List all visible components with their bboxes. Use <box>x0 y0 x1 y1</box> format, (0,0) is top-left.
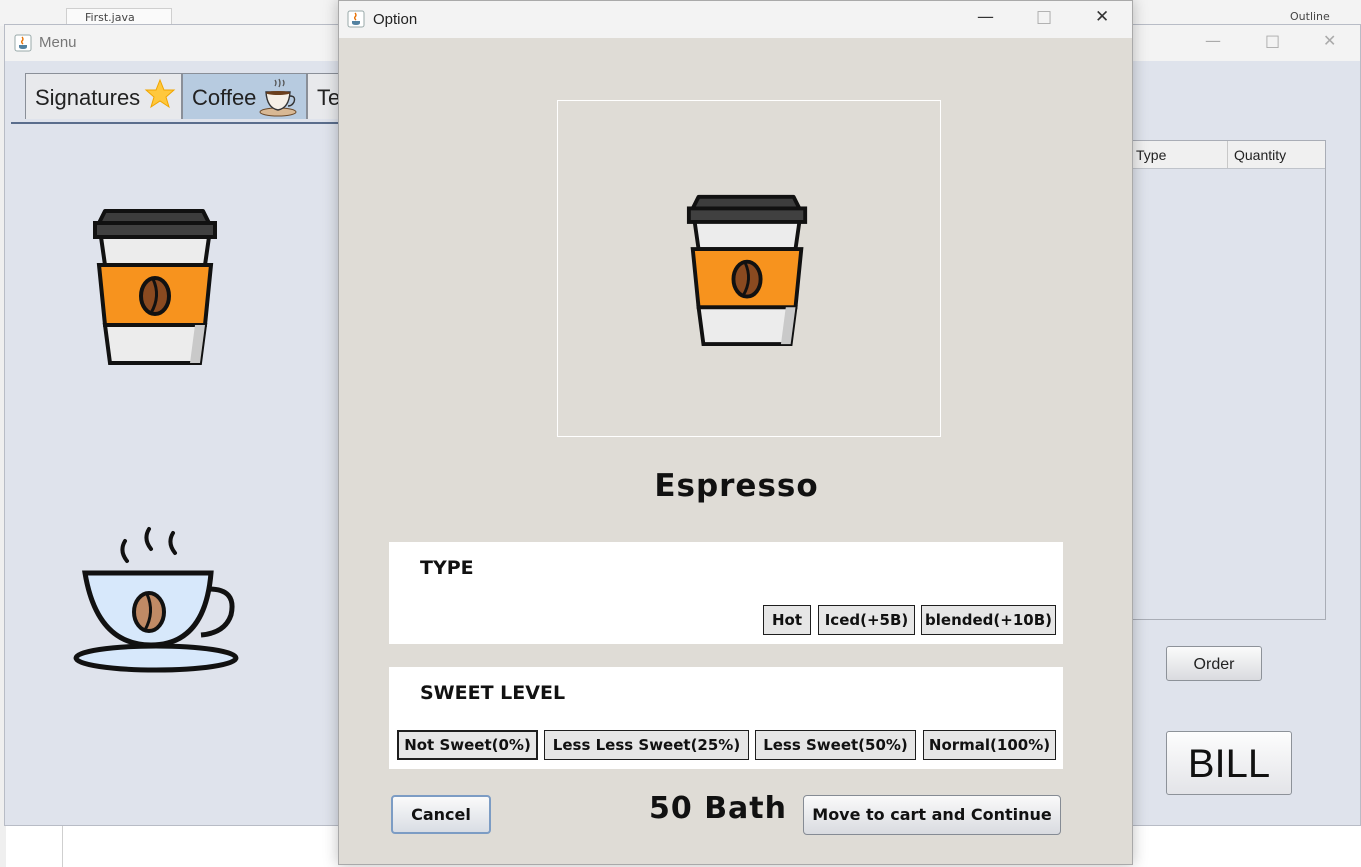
star-icon <box>144 78 176 109</box>
ide-editor-tab-label: First.java <box>85 11 135 24</box>
coffee-cup-icon <box>259 78 297 117</box>
minimize-icon[interactable]: — <box>977 7 994 27</box>
type-option-hot[interactable]: Hot <box>763 605 811 635</box>
column-header-type[interactable]: Type <box>1136 147 1166 163</box>
type-option-iced[interactable]: Iced(+5B) <box>818 605 915 635</box>
sweet-option-normal[interactable]: Normal(100%) <box>923 730 1056 760</box>
sweet-level-section-title: SWEET LEVEL <box>420 682 566 704</box>
takeaway-coffee-cup-icon[interactable] <box>91 205 221 365</box>
hot-coffee-cup-icon[interactable] <box>71 501 243 677</box>
minimize-icon[interactable]: — <box>1205 31 1221 50</box>
maximize-icon[interactable]: □ <box>1036 7 1052 27</box>
tab-coffee-label: Coffee <box>192 85 257 110</box>
move-to-cart-button[interactable]: Move to cart and Continue <box>803 795 1061 835</box>
tab-tea-label: Te <box>317 85 341 110</box>
sweet-option-not-sweet[interactable]: Not Sweet(0%) <box>397 730 538 760</box>
takeaway-coffee-cup-icon <box>686 194 808 347</box>
sweet-option-less-less-sweet[interactable]: Less Less Sweet(25%) <box>544 730 749 760</box>
tab-signatures-label: Signatures <box>35 85 141 110</box>
product-name: Espresso <box>654 468 819 504</box>
close-icon[interactable]: ✕ <box>1095 7 1109 27</box>
dialog-title-bar: Option — □ ✕ <box>339 1 1132 38</box>
column-divider[interactable] <box>1227 141 1228 168</box>
sweet-level-panel: SWEET LEVEL Not Sweet(0%) Less Less Swee… <box>389 667 1063 769</box>
tab-coffee[interactable]: Coffee <box>182 73 307 119</box>
maximize-icon[interactable]: □ <box>1265 31 1280 50</box>
dialog-title: Option <box>373 11 418 28</box>
menu-window-title: Menu <box>39 34 77 51</box>
java-icon <box>347 10 365 28</box>
sweet-option-less-sweet[interactable]: Less Sweet(50%) <box>755 730 916 760</box>
close-icon[interactable]: ✕ <box>1323 31 1336 50</box>
type-section-title: TYPE <box>420 557 474 579</box>
price-label: 50 Bath <box>649 791 788 826</box>
cancel-button[interactable]: Cancel <box>391 795 491 834</box>
tab-signatures[interactable]: Signatures <box>25 73 182 119</box>
option-dialog: Option — □ ✕ Espresso TYPE Hot Iced(+5B)… <box>338 0 1133 865</box>
ide-outline-label[interactable]: Outline <box>1290 10 1330 23</box>
table-header: Type Quantity <box>1132 141 1325 169</box>
ide-divider <box>62 826 63 867</box>
column-header-quantity[interactable]: Quantity <box>1234 147 1286 163</box>
order-button[interactable]: Order <box>1166 646 1262 681</box>
type-panel: TYPE Hot Iced(+5B) blended(+10B) <box>389 542 1063 644</box>
tab-bar-underline <box>11 122 341 124</box>
bill-button[interactable]: BILL <box>1166 731 1292 795</box>
order-table[interactable]: Type Quantity <box>1131 140 1326 620</box>
type-option-blended[interactable]: blended(+10B) <box>921 605 1056 635</box>
java-icon <box>14 34 32 52</box>
